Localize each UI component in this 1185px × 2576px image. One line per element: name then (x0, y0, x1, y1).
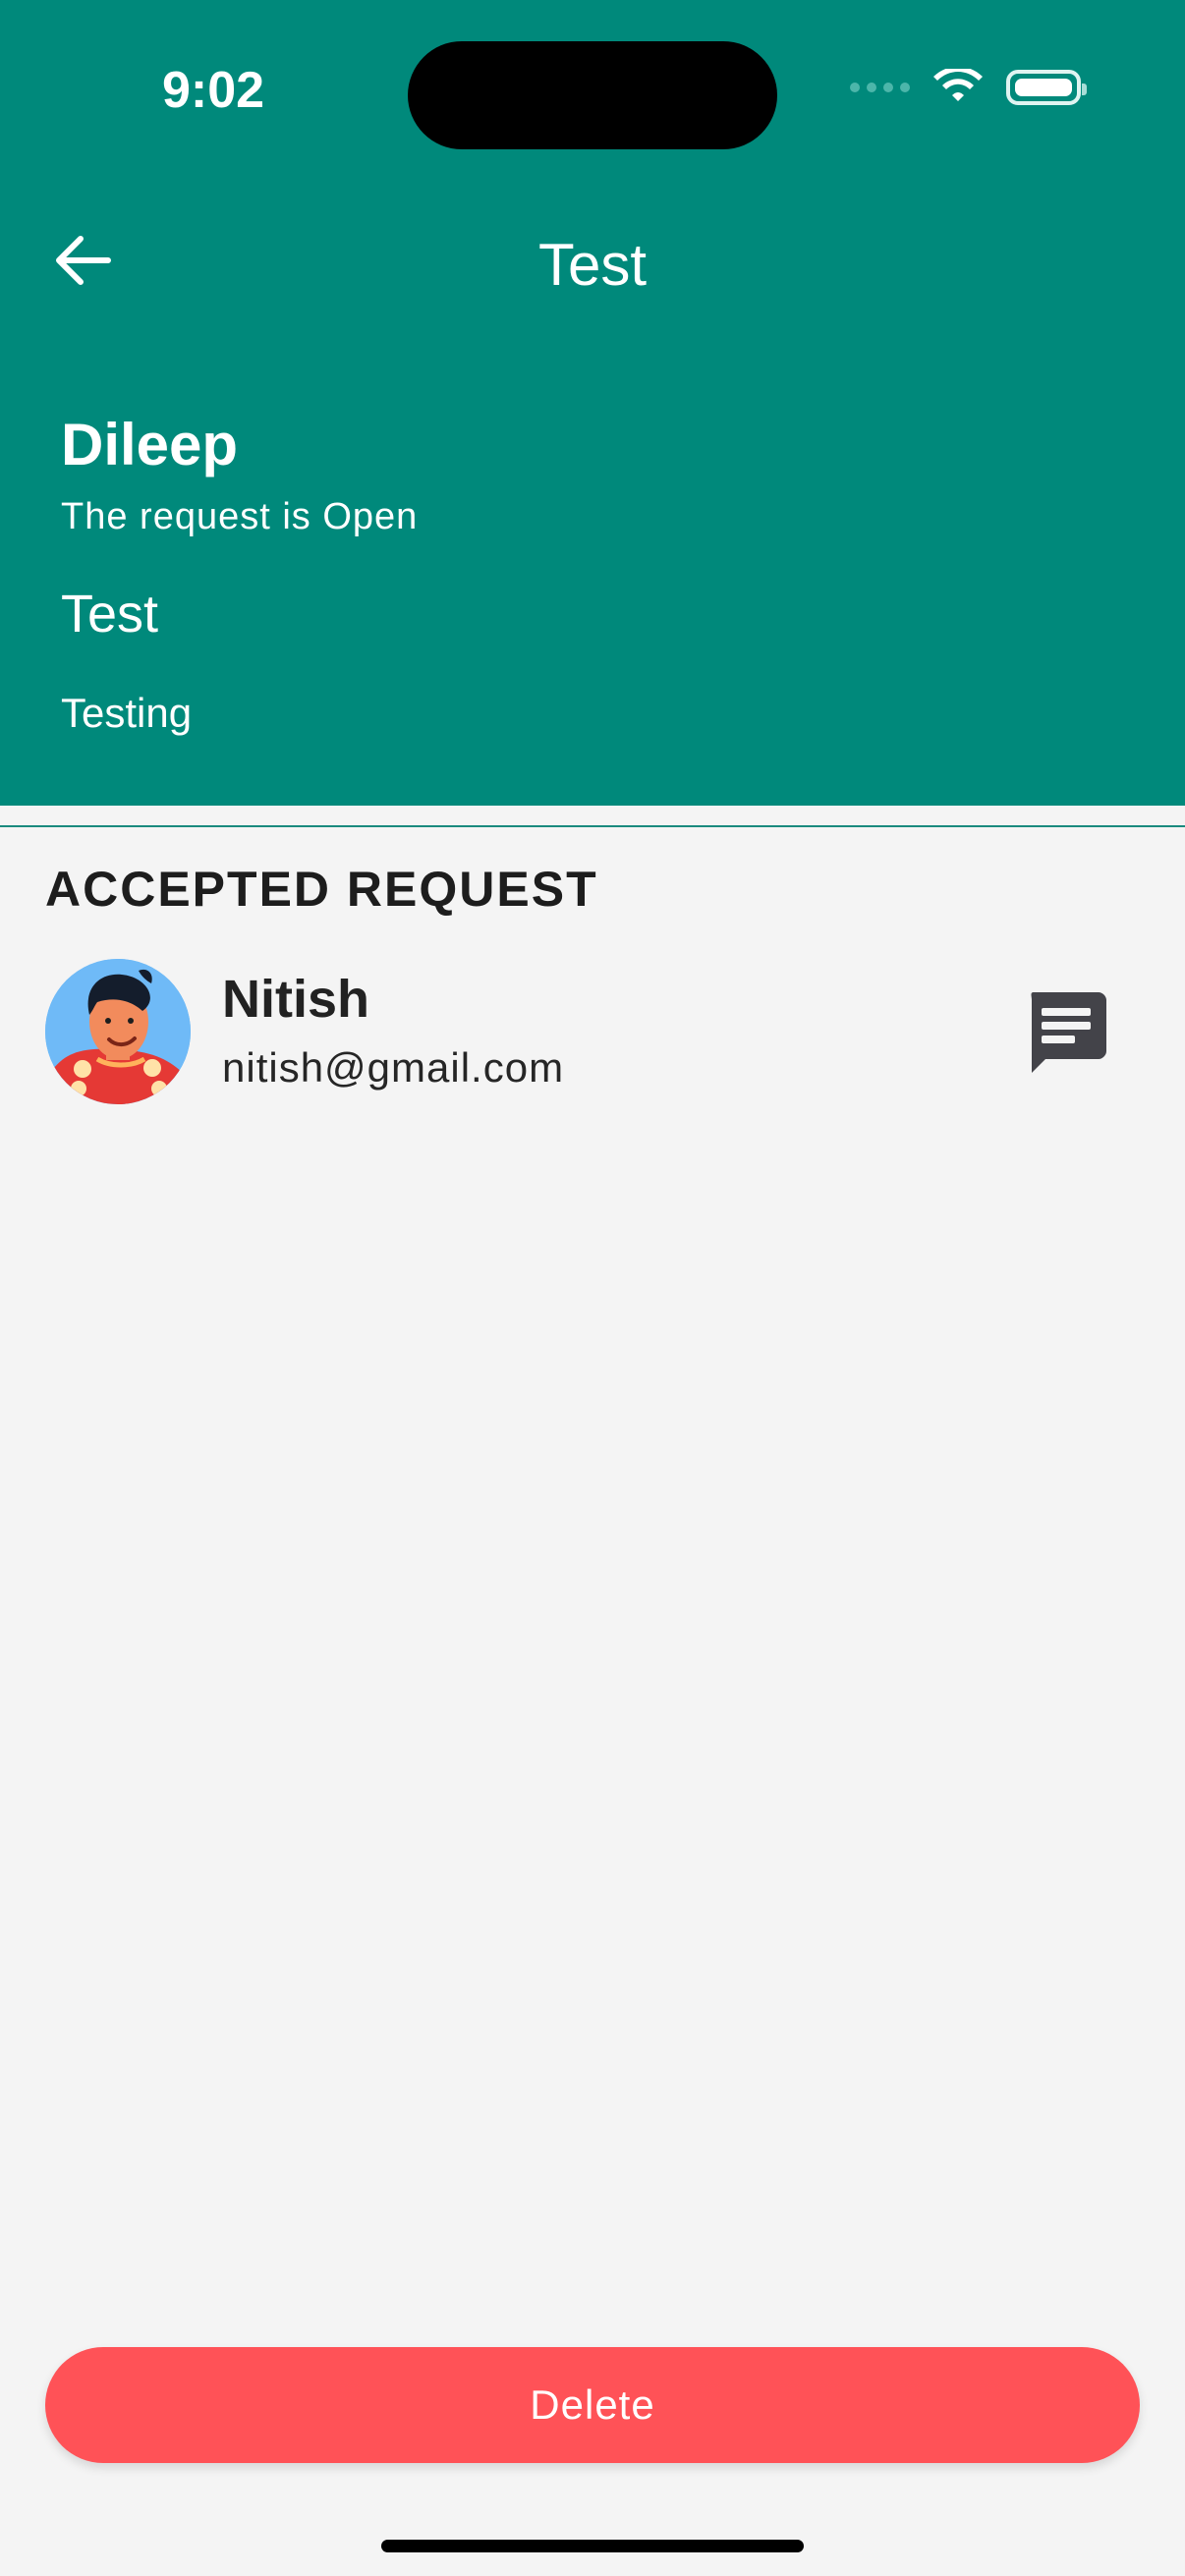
accepted-request-heading: ACCEPTED REQUEST (45, 862, 598, 917)
chat-button[interactable] (1026, 992, 1106, 1073)
home-indicator (381, 2540, 804, 2552)
battery-icon (1006, 70, 1087, 105)
signal-icon (850, 83, 910, 92)
accepted-user-row: Nitish nitish@gmail.com (0, 953, 1185, 1110)
delete-button[interactable]: Delete (45, 2347, 1140, 2463)
avatar (45, 959, 191, 1104)
status-icons (850, 69, 1087, 106)
header-divider (0, 825, 1185, 827)
accepted-user-email: nitish@gmail.com (222, 1044, 565, 1091)
chat-icon (1031, 992, 1106, 1073)
request-description: Testing (61, 690, 193, 736)
request-title: Test (61, 585, 159, 644)
page-title: Test (537, 232, 648, 298)
request-header: 9:02 Test Dileep The request is Open Tes… (0, 0, 1185, 806)
request-status: The request is Open (61, 496, 419, 537)
person-avatar-icon (45, 959, 191, 1104)
request-owner: Dileep (61, 412, 239, 477)
wifi-icon (933, 69, 983, 101)
status-time: 9:02 (162, 62, 265, 119)
accepted-user-name: Nitish (222, 970, 370, 1029)
dynamic-island (408, 41, 777, 149)
